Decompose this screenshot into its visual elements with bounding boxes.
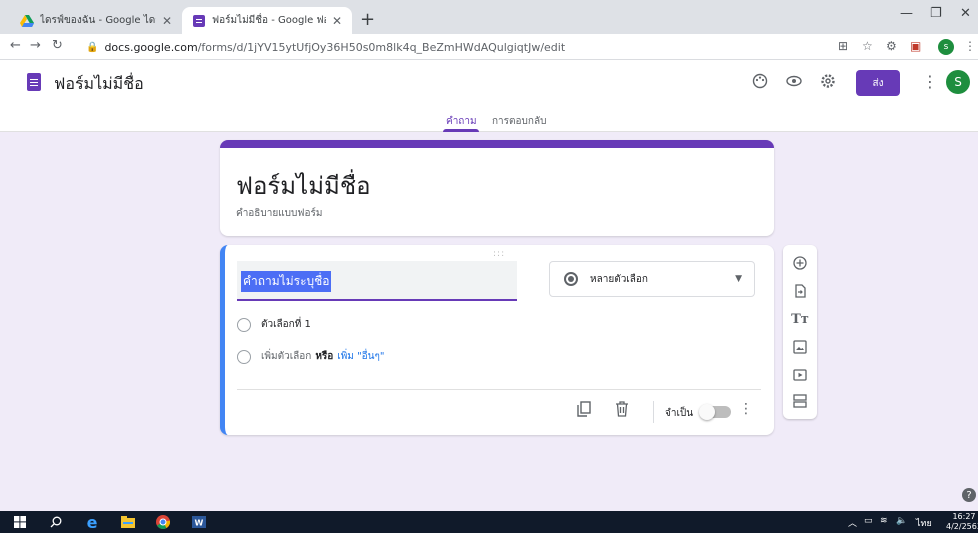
help-icon[interactable]: ? (962, 488, 976, 502)
browser-menu-icon[interactable]: ⋮ (964, 39, 976, 53)
divider (237, 389, 761, 390)
form-tabs: คำถาม การตอบกลับ (0, 110, 978, 132)
side-toolbar: Tт (783, 245, 817, 419)
add-video-icon[interactable] (783, 365, 817, 385)
browser-profile-avatar[interactable]: s (938, 39, 954, 55)
browser-tab-title: ไดรฟ์ของฉัน - Google ไดรฟ์ (40, 15, 156, 26)
add-image-icon[interactable] (783, 337, 817, 357)
close-icon[interactable]: ✕ (332, 14, 342, 28)
input-language[interactable]: ไทย (916, 516, 932, 530)
send-button[interactable]: ส่ง (856, 70, 900, 96)
address-bar[interactable]: 🔒 docs.google.com/forms/d/1jYV15ytUfjOy3… (86, 37, 826, 57)
bookmark-star-icon[interactable]: ☆ (862, 39, 873, 53)
new-tab-button[interactable]: + (360, 9, 375, 30)
delete-trash-icon[interactable] (615, 401, 629, 421)
question-title-text: คำถามไม่ระบุชื่อ (241, 271, 332, 292)
browser-tab-title: ฟอร์มไม่มีชื่อ - Google ฟอร์ม (212, 15, 326, 26)
window-close-icon[interactable]: ✕ (960, 6, 971, 21)
browser-tab-strip: ไดรฟ์ของฉัน - Google ไดรฟ์ ✕ ฟอร์มไม่มีช… (0, 0, 978, 34)
add-other-link[interactable]: เพิ่ม "อื่นๆ" (337, 349, 384, 364)
question-type-select[interactable]: หลายตัวเลือก ▼ (549, 261, 755, 297)
user-avatar[interactable]: S (946, 70, 970, 94)
windows-taskbar: e W ︿ ▭ ≋ 🔈 ไทย 16:27 4/2/2563 (0, 511, 978, 533)
google-drive-icon (20, 14, 34, 28)
search-icon[interactable] (48, 514, 64, 530)
drag-handle-icon[interactable]: ::: (493, 249, 505, 259)
windows-start-icon[interactable] (12, 514, 28, 530)
settings-gear-icon[interactable] (820, 73, 836, 93)
forms-logo-icon[interactable] (27, 73, 41, 91)
radio-circle-icon (237, 349, 251, 364)
tab-responses[interactable]: การตอบกลับ (492, 114, 546, 129)
form-description[interactable]: คำอธิบายแบบฟอร์ม (236, 206, 322, 221)
file-explorer-icon[interactable] (120, 514, 136, 530)
option-row[interactable]: ตัวเลือกที่ 1 (237, 317, 311, 332)
import-questions-icon[interactable] (783, 281, 817, 301)
translate-icon[interactable]: ⊞ (838, 39, 848, 53)
clock-time: 16:27 (952, 512, 976, 521)
edge-browser-icon[interactable]: e (84, 513, 100, 532)
url-path: /forms/d/1jYV15ytUfjOy36H50s0m8lk4q_BeZm… (197, 40, 566, 54)
add-section-icon[interactable] (783, 391, 817, 411)
browser-toolbar: ← → ↻ 🔒 docs.google.com/forms/d/1jYV15yt… (0, 34, 978, 60)
add-option-row: เพิ่มตัวเลือก หรือ เพิ่ม "อื่นๆ" (237, 349, 385, 364)
radio-circle-icon (237, 317, 251, 332)
add-title-icon[interactable]: Tт (783, 309, 817, 329)
restore-icon[interactable]: ❐ (930, 6, 942, 21)
extension-icon[interactable]: ▣ (910, 39, 921, 53)
back-icon[interactable]: ← (10, 38, 21, 53)
required-toggle[interactable] (699, 404, 731, 420)
add-question-icon[interactable] (783, 253, 817, 273)
wifi-icon[interactable]: ≋ (880, 516, 888, 526)
add-option-link[interactable]: เพิ่มตัวเลือก (261, 349, 311, 364)
duplicate-icon[interactable] (577, 401, 591, 421)
more-options-icon[interactable]: ⋮ (922, 72, 938, 91)
palette-icon[interactable] (752, 73, 768, 93)
reload-icon[interactable]: ↻ (52, 38, 63, 53)
url-host: docs.google.com (104, 40, 198, 54)
question-title-input[interactable]: คำถามไม่ระบุชื่อ (237, 261, 517, 301)
more-options-icon[interactable]: ⋮ (739, 401, 753, 417)
browser-tab-forms[interactable]: ฟอร์มไม่มีชื่อ - Google ฟอร์ม ✕ (182, 7, 352, 34)
volume-icon[interactable]: 🔈 (896, 516, 907, 526)
dropdown-caret-icon: ▼ (735, 274, 742, 284)
form-name[interactable]: ฟอร์มไม่มีชื่อ (54, 72, 144, 97)
divider (653, 401, 654, 423)
question-type-label: หลายตัวเลือก (590, 273, 648, 285)
word-icon[interactable]: W (190, 514, 208, 530)
radio-button-icon (564, 272, 578, 286)
svg-text:W: W (195, 519, 204, 528)
forms-header: ฟอร์มไม่มีชื่อ ส่ง ⋮ S คำถาม การตอบกลับ (0, 60, 978, 132)
required-label: จำเป็น (665, 408, 694, 419)
form-title-card[interactable]: ฟอร์มไม่มีชื่อ คำอธิบายแบบฟอร์ม (220, 140, 774, 236)
clock[interactable]: 16:27 4/2/2563 (946, 512, 978, 532)
preview-eye-icon[interactable] (786, 73, 802, 93)
lock-icon: 🔒 (86, 41, 99, 53)
browser-tab-drive[interactable]: ไดรฟ์ของฉัน - Google ไดรฟ์ ✕ (10, 7, 182, 34)
minimize-icon[interactable]: — (900, 6, 913, 21)
forward-icon[interactable]: → (30, 38, 41, 53)
tray-chevron-icon[interactable]: ︿ (848, 516, 857, 529)
question-card[interactable]: ::: คำถามไม่ระบุชื่อ หลายตัวเลือก ▼ ตัวเ… (220, 245, 774, 435)
extension-icon[interactable]: ⚙ (886, 39, 897, 53)
battery-icon[interactable]: ▭ (864, 516, 873, 526)
close-icon[interactable]: ✕ (162, 14, 172, 28)
active-tab-indicator (443, 129, 479, 132)
clock-date: 4/2/2563 (946, 522, 978, 531)
google-forms-icon (192, 14, 206, 28)
or-label: หรือ (315, 351, 334, 362)
tab-questions[interactable]: คำถาม (446, 114, 477, 129)
option-label[interactable]: ตัวเลือกที่ 1 (261, 317, 311, 332)
chrome-icon[interactable] (154, 514, 172, 530)
form-title[interactable]: ฟอร์มไม่มีชื่อ (236, 166, 371, 205)
